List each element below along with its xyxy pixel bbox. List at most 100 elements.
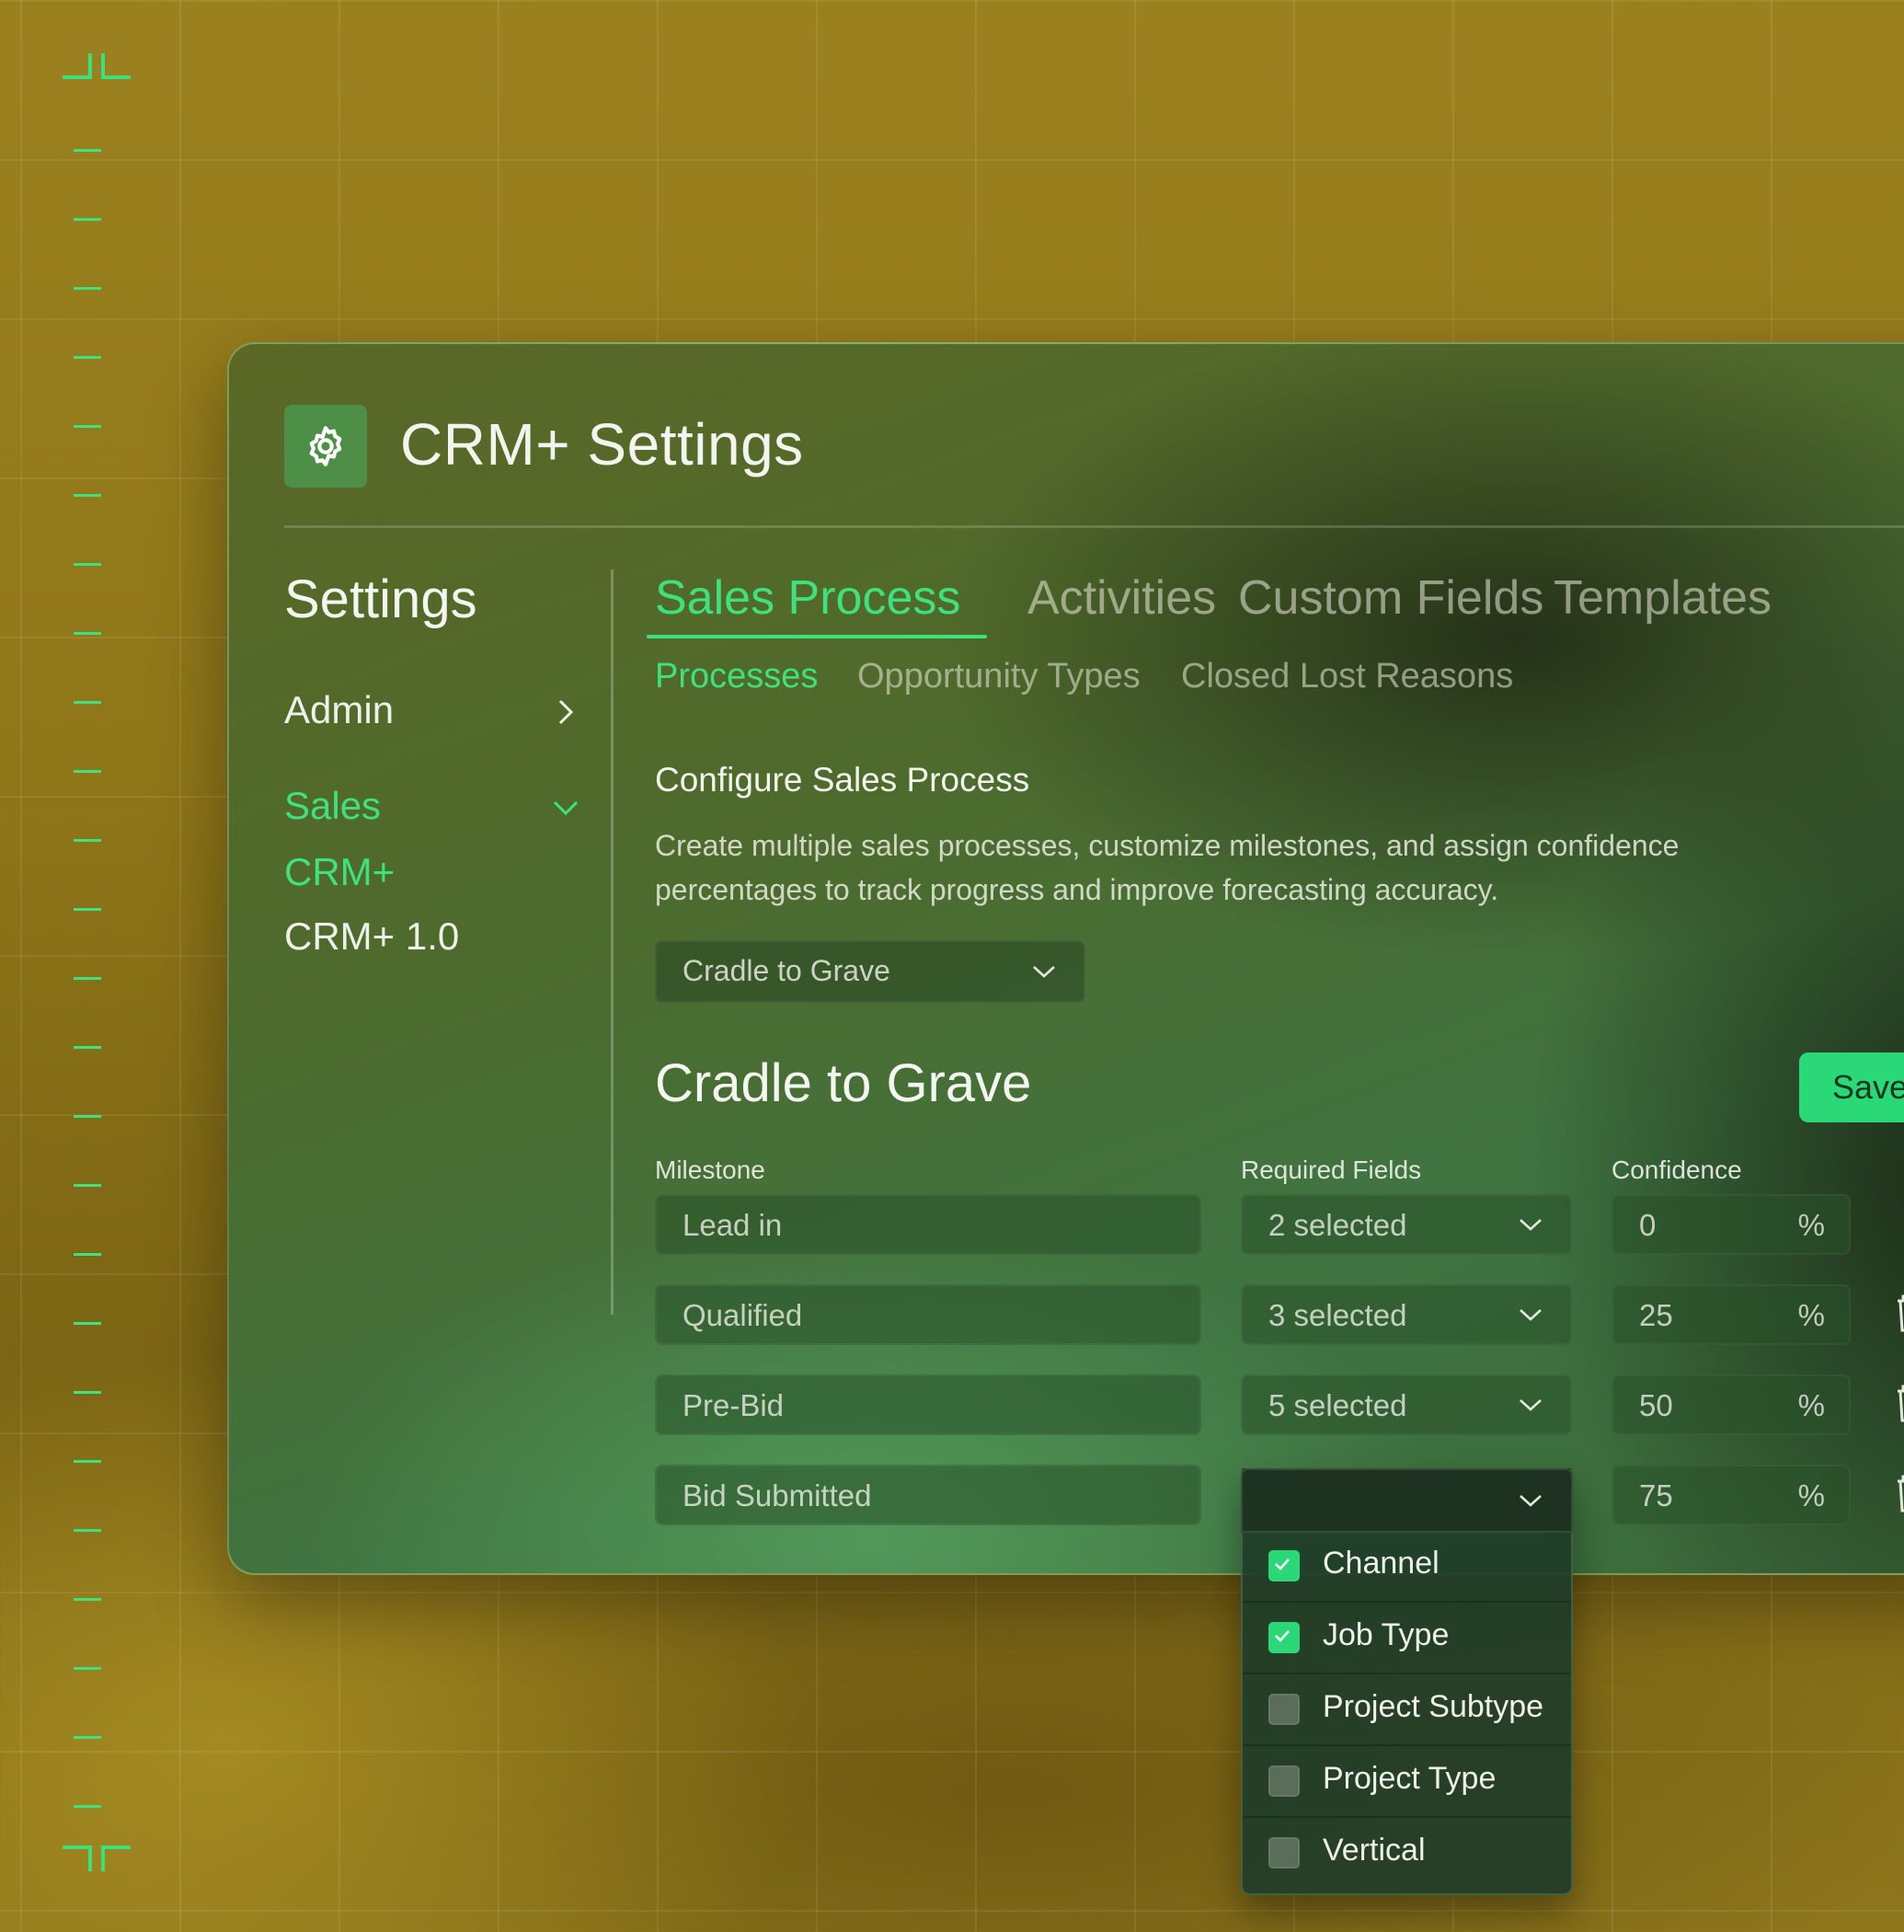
ruler-tick — [74, 632, 101, 635]
ruler-tick — [74, 1460, 101, 1463]
ruler-tick — [74, 287, 101, 290]
trash-icon[interactable] — [1894, 1382, 1904, 1424]
sidebar-item-label: Sales — [284, 784, 382, 827]
column-header-confidence: Confidence — [1612, 1156, 1742, 1184]
chevron-down-icon — [1520, 1399, 1542, 1411]
corner-mark — [101, 1846, 131, 1871]
confidence-input[interactable]: 75 % — [1612, 1465, 1851, 1525]
ruler-tick — [74, 494, 101, 497]
checkbox-checked[interactable] — [1268, 1622, 1300, 1653]
dropdown-option-label: Vertical — [1323, 1833, 1426, 1868]
dropdown-option-label: Channel — [1323, 1546, 1439, 1581]
ruler-tick — [74, 770, 101, 773]
milestone-input[interactable]: Lead in — [655, 1194, 1201, 1255]
checkbox-unchecked[interactable] — [1268, 1765, 1300, 1797]
dropdown-option-vertical[interactable]: Vertical — [1243, 1816, 1571, 1888]
percent-unit: % — [1797, 1298, 1825, 1332]
milestone-value: Qualified — [682, 1298, 803, 1332]
percent-unit: % — [1797, 1388, 1825, 1422]
ruler-tick — [74, 1598, 101, 1601]
process-select[interactable]: Cradle to Grave — [655, 940, 1085, 1003]
corner-mark — [63, 53, 92, 79]
ruler-tick — [74, 1322, 101, 1325]
gear-icon — [309, 426, 342, 466]
required-fields-value: 5 selected — [1268, 1388, 1407, 1422]
required-fields-select-open[interactable] — [1241, 1468, 1573, 1533]
save-button[interactable]: Save — [1799, 1052, 1904, 1122]
required-fields-select[interactable]: 5 selected — [1241, 1374, 1572, 1435]
ruler-tick — [74, 977, 101, 980]
confidence-input[interactable]: 25 % — [1612, 1284, 1851, 1345]
chevron-right-icon — [558, 699, 574, 725]
sidebar-item-label: CRM+ 1.0 — [284, 914, 460, 958]
ruler-tick — [74, 1529, 101, 1532]
chevron-down-icon — [1033, 966, 1055, 978]
required-fields-select[interactable]: 3 selected — [1241, 1284, 1572, 1345]
tab-sales-process[interactable]: Sales Process — [655, 570, 960, 626]
confidence-input[interactable]: 0 % — [1612, 1194, 1851, 1255]
page-title: CRM+ Settings — [400, 411, 804, 477]
dropdown-option-project-subtype[interactable]: Project Subtype — [1243, 1673, 1571, 1746]
section-description: Create multiple sales processes, customi… — [655, 829, 1680, 906]
dropdown-option-project-type[interactable]: Project Type — [1243, 1744, 1571, 1818]
subtab-processes[interactable]: Processes — [655, 657, 818, 696]
milestone-input[interactable]: Pre-Bid — [655, 1374, 1201, 1435]
confidence-input[interactable]: 50 % — [1612, 1374, 1851, 1435]
dropdown-option-job-type[interactable]: Job Type — [1243, 1601, 1571, 1674]
sidebar-item-admin[interactable]: Admin — [284, 688, 394, 732]
divider — [284, 525, 1904, 528]
ruler-tick — [74, 1667, 101, 1670]
checkbox-unchecked[interactable] — [1268, 1694, 1300, 1725]
column-header-required-fields: Required Fields — [1241, 1156, 1422, 1184]
sidebar-heading: Settings — [284, 569, 477, 629]
column-header-milestone: Milestone — [655, 1156, 765, 1184]
confidence-value: 75 — [1639, 1478, 1673, 1512]
tab-templates[interactable]: Templates — [1554, 570, 1772, 626]
confidence-value: 0 — [1639, 1208, 1657, 1242]
ruler-tick — [74, 149, 101, 152]
gear-icon-box — [284, 405, 367, 488]
ruler-tick — [74, 1736, 101, 1739]
milestone-input[interactable]: Bid Submitted — [655, 1465, 1201, 1525]
subtab-opportunity-types[interactable]: Opportunity Types — [857, 657, 1141, 696]
subtab-closed-lost-reasons[interactable]: Closed Lost Reasons — [1181, 657, 1513, 696]
chevron-down-icon — [1520, 1495, 1542, 1507]
dropdown-option-channel[interactable]: Channel — [1243, 1529, 1571, 1603]
ruler-tick — [74, 1046, 101, 1049]
checkbox-checked[interactable] — [1268, 1550, 1300, 1581]
tab-activities[interactable]: Activities — [1027, 570, 1216, 626]
sidebar-divider — [611, 569, 614, 1315]
sidebar-item-crm-plus-1-0[interactable]: CRM+ 1.0 — [284, 914, 459, 959]
ruler-tick — [74, 563, 101, 566]
checkbox-unchecked[interactable] — [1268, 1837, 1300, 1869]
process-title: Cradle to Grave — [655, 1053, 1032, 1113]
sidebar-item-label: CRM+ — [284, 850, 396, 893]
process-select-value: Cradle to Grave — [682, 954, 890, 987]
ruler-tick — [74, 839, 101, 842]
ruler-tick — [74, 701, 101, 704]
milestone-value: Bid Submitted — [682, 1478, 872, 1512]
trash-icon[interactable] — [1894, 1472, 1904, 1514]
ruler-tick — [74, 218, 101, 221]
corner-mark — [63, 1846, 92, 1871]
section-title: Configure Sales Process — [655, 761, 1030, 799]
ruler-tick — [74, 356, 101, 359]
milestone-input[interactable]: Qualified — [655, 1284, 1201, 1345]
sidebar-item-crm-plus[interactable]: CRM+ — [284, 850, 395, 894]
ruler-tick — [74, 1184, 101, 1187]
settings-window: CRM+ Settings Settings Admin Sales CRM+ … — [227, 342, 1904, 1575]
active-tab-indicator — [647, 635, 987, 638]
tab-custom-fields[interactable]: Custom Fields — [1238, 570, 1543, 626]
sidebar-item-sales[interactable]: Sales — [284, 784, 381, 828]
ruler-tick — [74, 1253, 101, 1256]
required-fields-value: 3 selected — [1268, 1298, 1407, 1332]
confidence-value: 50 — [1639, 1388, 1673, 1422]
percent-unit: % — [1797, 1478, 1825, 1512]
percent-unit: % — [1797, 1208, 1825, 1242]
check-icon — [1275, 1558, 1290, 1570]
dropdown-option-label: Project Subtype — [1323, 1689, 1544, 1724]
confidence-value: 25 — [1639, 1298, 1673, 1332]
dropdown-option-label: Job Type — [1323, 1617, 1450, 1652]
required-fields-select[interactable]: 2 selected — [1241, 1194, 1572, 1255]
trash-icon[interactable] — [1894, 1292, 1904, 1334]
